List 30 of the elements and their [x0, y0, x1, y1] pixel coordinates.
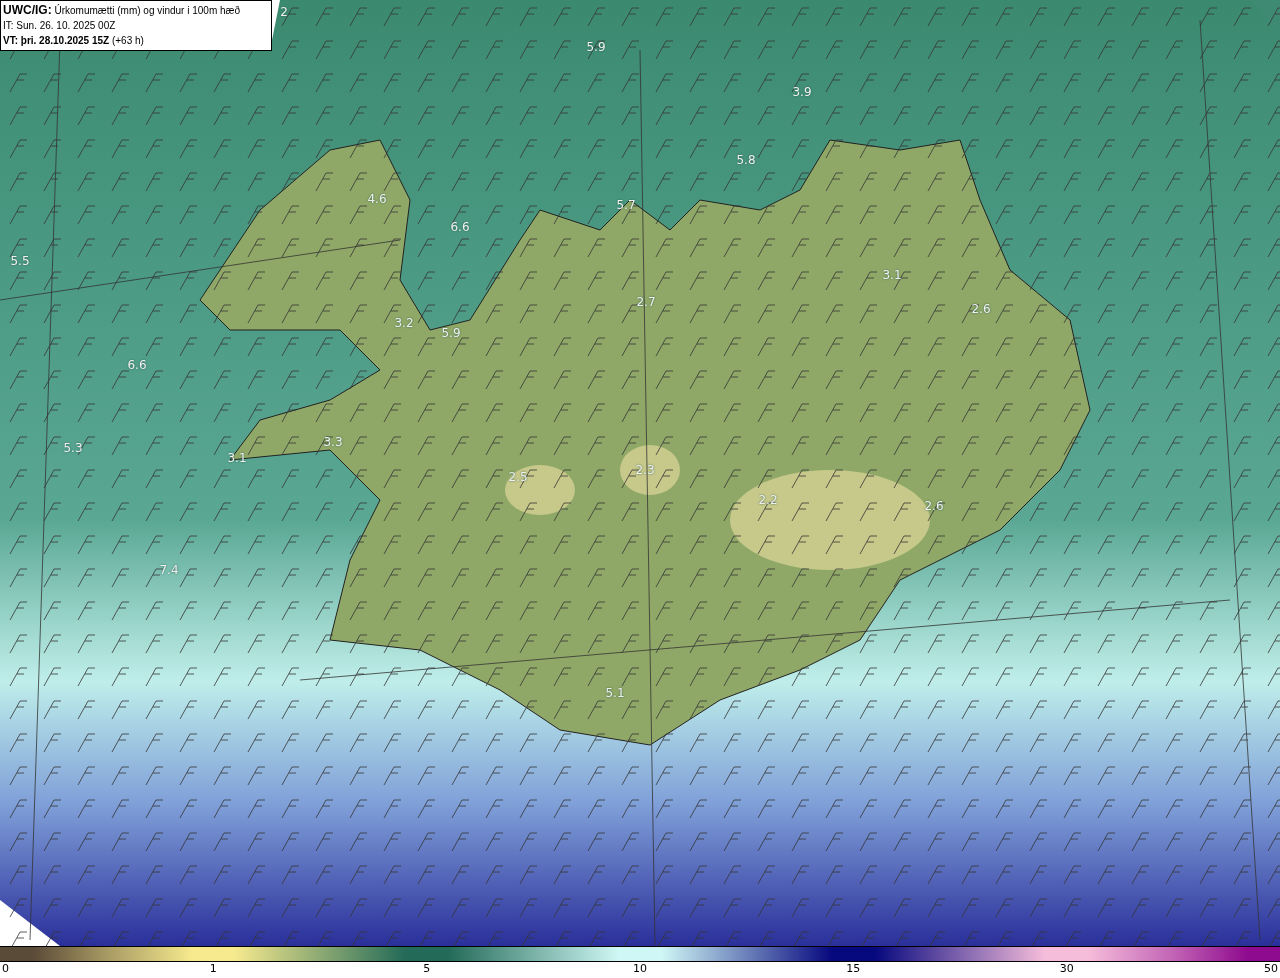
scale-tick-label: 15 [846, 962, 861, 976]
value-label: 2.5 [508, 470, 528, 484]
value-label: 4.6 [367, 192, 387, 206]
value-label: 3.2 [394, 316, 414, 330]
initial-time: IT: Sun. 26. 10. 2025 00Z [3, 19, 117, 33]
value-label: 3.1 [882, 268, 902, 282]
value-label: 5.3 [63, 441, 83, 455]
value-label: 2 [280, 5, 288, 19]
value-label: 5.1 [605, 686, 625, 700]
value-label: 7.4 [159, 563, 179, 577]
value-label: 3.9 [792, 85, 812, 99]
scale-tick-label: 30 [1059, 962, 1074, 976]
value-label: 5.8 [736, 153, 756, 167]
value-label: 6.6 [450, 220, 470, 234]
value-label: 5.9 [441, 326, 461, 340]
value-label: 2.7 [636, 295, 656, 309]
valid-time: VT: þri. 28.10.2025 15Z (+63 h) [3, 34, 145, 48]
value-label: 2.6 [924, 499, 944, 513]
value-label: 5.9 [586, 40, 606, 54]
value-label: 6.6 [127, 358, 147, 372]
scale-tick-label: 0 [2, 962, 9, 976]
value-label: 2.2 [758, 493, 778, 507]
value-label: 3.3 [323, 435, 343, 449]
chart-title: UWC/IG: Úrkomumætti (mm) og vindur i 100m hæð [3, 3, 241, 18]
scale-tick-label: 5 [423, 962, 431, 976]
value-label: 2.6 [971, 302, 991, 316]
scale-tick-label: 50 [1264, 962, 1278, 976]
scale-tick-label: 10 [633, 962, 647, 976]
value-label: 5.5 [10, 254, 30, 268]
scale-tick-label: 1 [209, 962, 217, 976]
